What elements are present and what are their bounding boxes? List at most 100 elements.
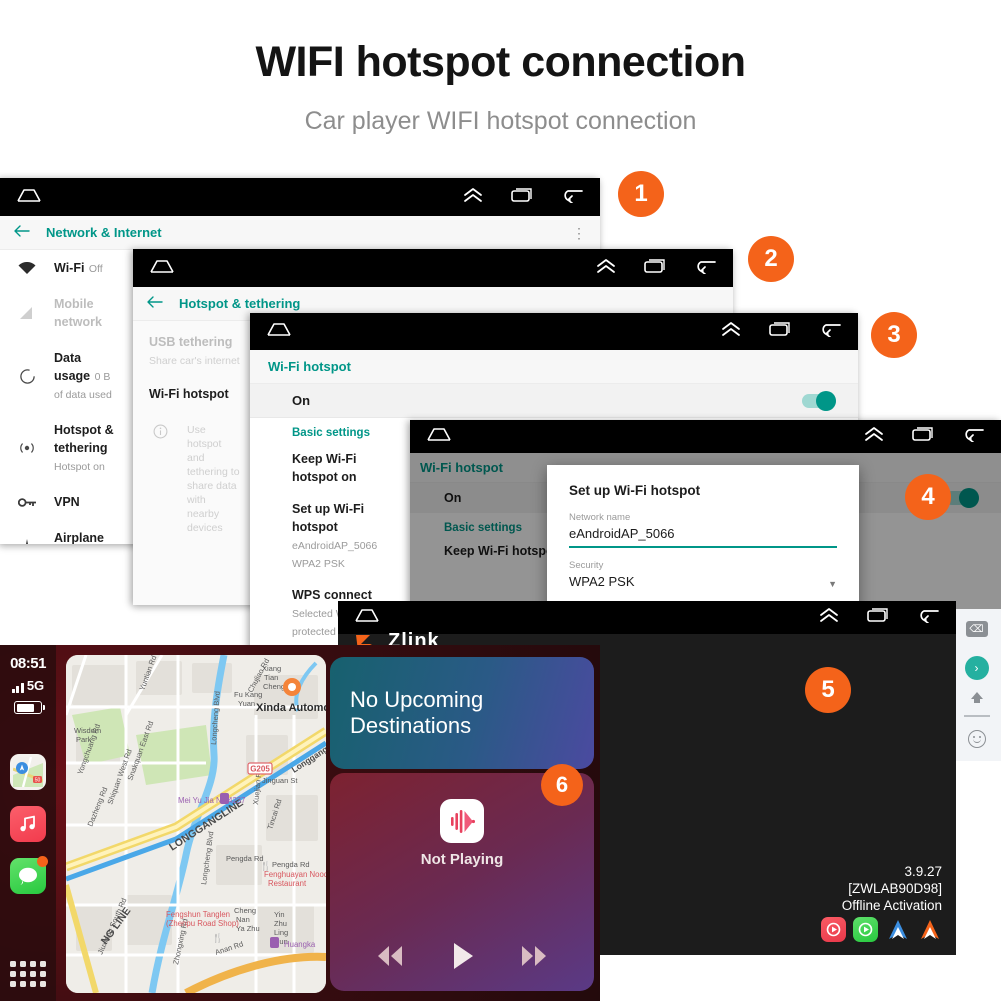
home-icon[interactable] bbox=[149, 259, 175, 278]
home-icon[interactable] bbox=[266, 322, 292, 341]
row-hotspot-tethering[interactable]: Hotspot & tethering Hotspot on bbox=[0, 412, 133, 484]
maps-icon[interactable]: 50 bbox=[10, 754, 46, 790]
zlink-app-icons bbox=[821, 917, 942, 942]
recents-icon[interactable] bbox=[643, 258, 667, 279]
androidauto-orange-icon[interactable] bbox=[917, 917, 942, 942]
home-icon[interactable] bbox=[354, 608, 380, 627]
carplay-signal: 5G bbox=[11, 678, 44, 693]
step-badge-6: 6 bbox=[541, 764, 583, 806]
row-vpn[interactable]: VPN bbox=[0, 484, 133, 520]
chevron-up-icon[interactable] bbox=[863, 425, 885, 448]
recents-icon[interactable] bbox=[866, 607, 890, 628]
security-field[interactable]: Security WPA2 PSK ▼ bbox=[547, 560, 859, 594]
destinations-label: No Upcoming Destinations bbox=[350, 687, 484, 738]
back-icon[interactable] bbox=[560, 187, 584, 208]
svg-text:Yin: Yin bbox=[274, 910, 285, 919]
svg-text:Fengshun Tanglen: Fengshun Tanglen bbox=[166, 910, 230, 919]
fastforward-icon[interactable] bbox=[514, 942, 554, 975]
backspace-icon[interactable]: ⌫ bbox=[952, 609, 1001, 649]
next-chevron-icon[interactable]: › bbox=[952, 649, 1001, 687]
home-icon[interactable] bbox=[426, 427, 452, 446]
svg-text:Xinda Automobile S: Xinda Automobile S bbox=[256, 702, 326, 714]
row-usb-tethering[interactable]: USB tethering Share car's internet bbox=[133, 321, 256, 375]
row-wifi-sub: Off bbox=[88, 263, 103, 275]
row-wifihs-title: Wi-Fi hotspot bbox=[149, 387, 229, 401]
security-value[interactable]: WPA2 PSK bbox=[569, 574, 635, 594]
network-name-input[interactable]: eAndroidAP_5066 bbox=[569, 526, 837, 546]
back-icon[interactable] bbox=[693, 258, 717, 279]
chevron-up-icon[interactable] bbox=[818, 606, 840, 629]
app-grid-icon[interactable] bbox=[10, 961, 46, 987]
svg-text:Zhu: Zhu bbox=[274, 919, 287, 928]
page-title: WIFI hotspot connection bbox=[255, 38, 746, 86]
recents-icon[interactable] bbox=[768, 321, 792, 342]
panel2-title: Hotspot & tethering bbox=[179, 296, 301, 311]
row-vpn-title: VPN bbox=[54, 495, 80, 509]
svg-text:Pengda Rd: Pengda Rd bbox=[272, 860, 310, 869]
back-icon[interactable] bbox=[961, 426, 985, 447]
hotspot-toggle[interactable] bbox=[802, 390, 836, 411]
upcoming-destinations-card[interactable]: No Upcoming Destinations bbox=[330, 657, 594, 769]
network-name-field[interactable]: Network name eAndroidAP_5066 bbox=[547, 512, 859, 548]
svg-text:Mei Yu Jia No.4237: Mei Yu Jia No.4237 bbox=[178, 796, 245, 805]
row-wps-title: WPS connect bbox=[292, 588, 372, 602]
svg-text:Yuan: Yuan bbox=[238, 699, 255, 708]
svg-text:G205: G205 bbox=[250, 765, 270, 774]
back-icon[interactable] bbox=[916, 607, 940, 628]
zlink-version: 3.9.27 bbox=[904, 864, 942, 879]
carplay-clock: 08:51 bbox=[10, 655, 46, 672]
chevron-down-icon[interactable]: ▼ bbox=[828, 579, 837, 594]
messages-icon[interactable] bbox=[10, 856, 48, 894]
data-usage-icon bbox=[16, 368, 38, 385]
row-setup-title: Set up Wi-Fi hotspot bbox=[292, 502, 365, 534]
svg-text:Restaurant: Restaurant bbox=[268, 879, 307, 888]
svg-text:Cheng: Cheng bbox=[234, 906, 256, 915]
panel-carplay: 08:51 5G 50 Xiang Tian Cheng Fu Kang Yua… bbox=[0, 645, 600, 1001]
svg-text:🍴: 🍴 bbox=[260, 860, 271, 872]
carplay-green-icon[interactable] bbox=[853, 917, 878, 942]
svg-text:Tian: Tian bbox=[264, 673, 278, 682]
panel-setup-dialog: Wi-Fi hotspot On Basic settings Keep Wi-… bbox=[410, 420, 1001, 620]
row-keep-hotspot-on[interactable]: Keep Wi-Fi hotspot on bbox=[250, 443, 415, 493]
svg-text:Ling: Ling bbox=[274, 928, 288, 937]
carplay-red-icon[interactable] bbox=[821, 917, 846, 942]
androidauto-blue-icon[interactable] bbox=[885, 917, 910, 942]
recents-icon[interactable] bbox=[510, 187, 534, 208]
back-arrow-icon[interactable] bbox=[147, 295, 163, 313]
carplay-map[interactable]: Xiang Tian Cheng Fu Kang Yuan Wisdom Park Ti… bbox=[66, 655, 326, 993]
back-icon[interactable] bbox=[818, 321, 842, 342]
chevron-up-icon[interactable] bbox=[595, 257, 617, 280]
now-playing-card[interactable]: Not Playing bbox=[330, 773, 594, 991]
battery-icon bbox=[14, 701, 45, 714]
home-icon[interactable] bbox=[16, 188, 42, 207]
step-badge-1: 1 bbox=[618, 171, 664, 217]
row-wifi-hotspot[interactable]: Wi-Fi hotspot bbox=[133, 375, 256, 413]
hotspot-state-label: On bbox=[292, 393, 311, 408]
row-hotspot-info: Use hotspot and tethering to share data … bbox=[133, 413, 256, 545]
row-mobile-network[interactable]: Mobile network bbox=[0, 286, 133, 340]
rewind-icon[interactable] bbox=[370, 942, 410, 975]
recents-icon[interactable] bbox=[911, 426, 935, 447]
step-badge-4: 4 bbox=[905, 474, 951, 520]
dialog-title: Set up Wi-Fi hotspot bbox=[569, 483, 701, 498]
info-icon bbox=[149, 424, 171, 439]
row-airplane-mode[interactable]: Airplane mode bbox=[0, 520, 133, 544]
chevron-up-icon[interactable] bbox=[462, 186, 484, 209]
row-keep-title: Keep Wi-Fi hotspot on bbox=[292, 452, 357, 484]
row-wifi-title: Wi-Fi bbox=[54, 261, 85, 275]
play-icon[interactable] bbox=[447, 940, 477, 977]
emoji-icon[interactable] bbox=[952, 723, 1001, 755]
overflow-menu-icon[interactable]: ⋮ bbox=[572, 226, 586, 240]
row-wifi[interactable]: Wi-Fi Off bbox=[0, 250, 133, 286]
row-data-usage[interactable]: Data usage 0 B of data used bbox=[0, 340, 133, 412]
vpn-key-icon bbox=[16, 497, 38, 508]
shift-up-icon[interactable] bbox=[952, 687, 1001, 709]
hotspot-on-row[interactable]: On bbox=[250, 384, 858, 418]
chevron-up-icon[interactable] bbox=[720, 320, 742, 343]
music-icon[interactable] bbox=[10, 806, 46, 842]
back-arrow-icon[interactable] bbox=[14, 224, 30, 242]
row-setup-hotspot[interactable]: Set up Wi-Fi hotspot eAndroidAP_5066 WPA… bbox=[250, 493, 415, 579]
section-basic-settings: Basic settings bbox=[292, 427, 370, 439]
signal-icon bbox=[16, 306, 38, 320]
panel2-list: USB tethering Share car's internet Wi-Fi… bbox=[133, 321, 256, 605]
